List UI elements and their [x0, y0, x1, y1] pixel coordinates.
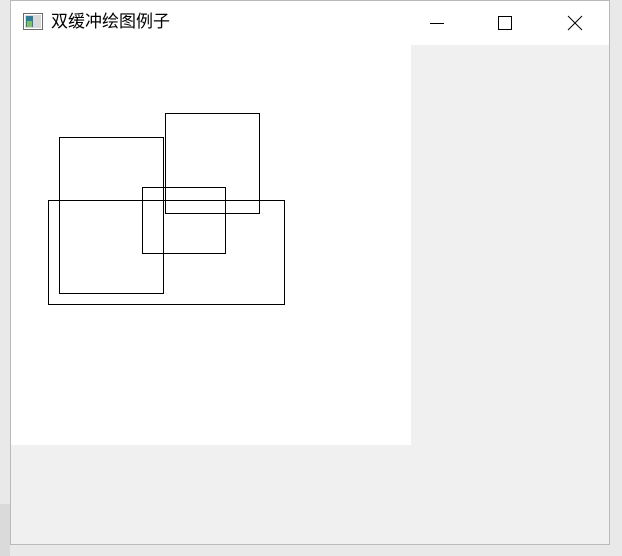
- rectangle-2: [165, 113, 260, 214]
- drawing-surface: [48, 113, 285, 305]
- drawing-canvas[interactable]: [11, 45, 411, 445]
- maximize-button[interactable]: [471, 1, 539, 45]
- desktop-edge: [0, 504, 10, 556]
- rectangle-1: [59, 137, 164, 294]
- minimize-button[interactable]: [403, 1, 471, 45]
- window-title: 双缓冲绘图例子: [51, 12, 170, 32]
- app-window-icon: [23, 13, 43, 30]
- title-bar[interactable]: 双缓冲绘图例子: [11, 1, 609, 45]
- rectangle-3: [142, 187, 226, 254]
- maximize-icon: [498, 16, 512, 30]
- rectangle-4: [48, 200, 285, 305]
- close-button[interactable]: [541, 1, 609, 45]
- app-window: 双缓冲绘图例子: [10, 0, 610, 545]
- minimize-icon: [430, 23, 444, 24]
- close-icon: [567, 15, 583, 31]
